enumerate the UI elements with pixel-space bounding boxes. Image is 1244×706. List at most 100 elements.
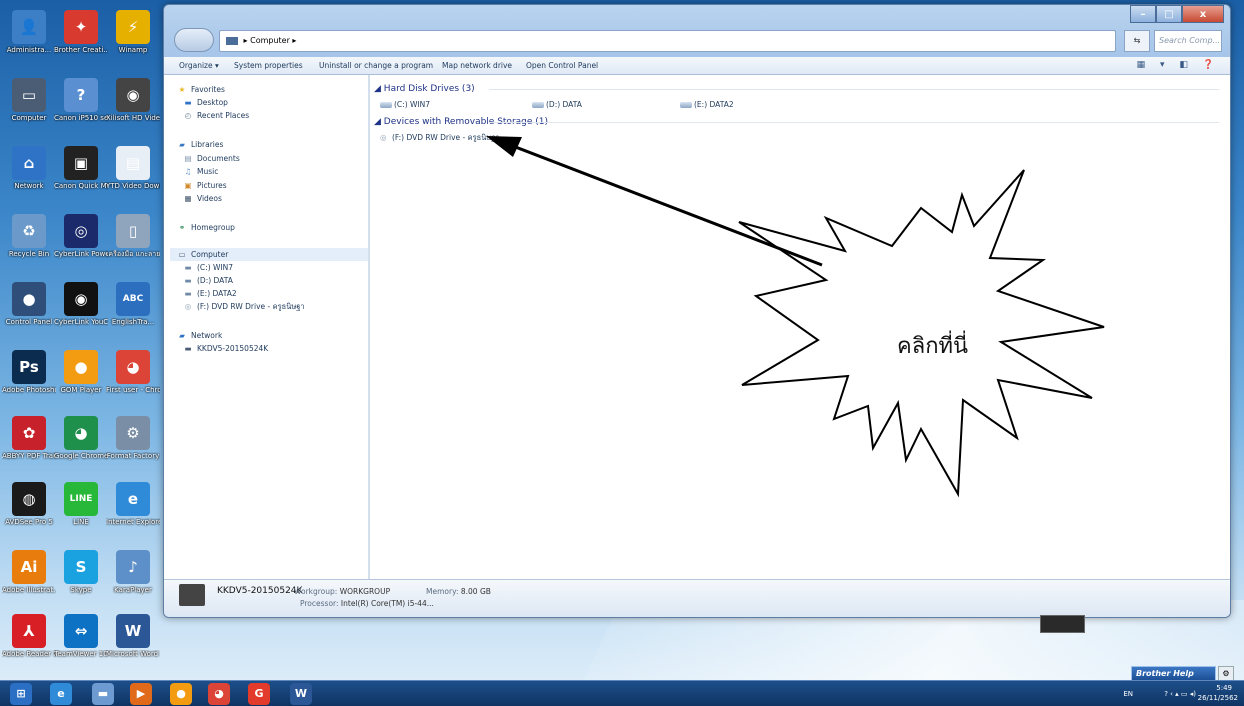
minimize-button[interactable]: – <box>1130 5 1156 23</box>
desktop-shortcut-label: GOM Player <box>60 386 102 394</box>
desktop-shortcut[interactable]: ⚡ Winamp <box>106 10 160 78</box>
karaplayer-icon: ♪ <box>116 550 150 584</box>
network-icon: ▰ <box>179 331 185 340</box>
nav-favorites[interactable]: ★ Favorites <box>176 83 225 96</box>
desktop-shortcut-label: Winamp <box>118 46 148 54</box>
desktop-shortcut[interactable]: ⌂ Network <box>2 146 56 214</box>
desktop-shortcut[interactable]: ● Control Panel <box>2 282 56 350</box>
desktop-shortcut[interactable]: ABC EnglishTra... <box>106 282 160 350</box>
explorer-folder-icon[interactable]: ▬ <box>92 683 114 705</box>
back-forward-buttons[interactable] <box>174 28 214 52</box>
view-options-icon[interactable]: ▦ ▾ ◧ ❓ <box>1137 60 1220 70</box>
desktop-shortcut[interactable]: ⇔ TeamViewer 10 <box>54 614 108 682</box>
nav-pictures[interactable]: ▣ Pictures <box>182 179 226 192</box>
desktop-shortcut[interactable]: ◕ Google Chrome <box>54 416 108 484</box>
desktop-shortcut-label: Control Panel <box>5 318 53 326</box>
drive-f-dvd[interactable]: ◎ (F:) DVD RW Drive - ครูธนิษฐา <box>380 132 500 144</box>
maximize-button[interactable]: □ <box>1156 5 1182 23</box>
nav-drive-d[interactable]: ▬ (D:) DATA <box>182 274 232 287</box>
desktop-shortcut[interactable]: ◉ CyberLink YouCam 5 <box>54 282 108 350</box>
desktop-shortcut[interactable]: Ps Adobe Photoshop <box>2 350 56 418</box>
search-input[interactable]: Search Comp... <box>1154 30 1222 52</box>
open-control-panel-button[interactable]: Open Control Panel <box>526 57 598 75</box>
nav-network[interactable]: ▰ Network <box>176 329 222 342</box>
language-indicator[interactable]: EN <box>1123 690 1133 698</box>
desktop-icon-area: 👤 Administra... ✦ Brother Creati... ⚡ Winamp ▭… <box>0 0 165 680</box>
nav-libraries[interactable]: ▰ Libraries <box>176 138 223 151</box>
canon-quick-menu-icon: ▣ <box>64 146 98 180</box>
drive-c[interactable]: (C:) WIN7 <box>380 99 430 111</box>
desktop-shortcut[interactable]: ⚙ Format Factory <box>106 416 160 484</box>
desktop-shortcut[interactable]: ▯ เครื่องมือ แกะลาย TH <box>106 214 160 282</box>
group-hard-disk-drives[interactable]: ◢ Hard Disk Drives (3) <box>374 82 1219 96</box>
desktop-shortcut[interactable]: S Skype <box>54 550 108 618</box>
desktop-shortcut[interactable]: ✿ ABBYY PDF Transform... <box>2 416 56 484</box>
drive-e[interactable]: (E:) DATA2 <box>680 99 734 111</box>
brother-help-button[interactable]: Brother Help <box>1131 666 1216 681</box>
word-icon[interactable]: W <box>290 683 312 705</box>
group-removable-storage[interactable]: ◢ Devices with Removable Storage (1) <box>374 115 1219 129</box>
desktop-shortcut[interactable]: ◕ First user - Chrome <box>106 350 160 418</box>
nav-computer[interactable]: ▭ Computer <box>170 248 368 261</box>
pictures-icon: ▣ <box>184 181 192 190</box>
close-button[interactable]: x <box>1182 5 1224 23</box>
tray-icons[interactable]: ? ‹ ▴ ▭ ◂) <box>1164 690 1196 698</box>
chrome-profile-icon[interactable]: G <box>248 683 270 705</box>
control-panel-icon: ● <box>12 282 46 316</box>
media-player-icon[interactable]: ▶ <box>130 683 152 705</box>
youcam-icon: ◉ <box>64 282 98 316</box>
nav-desktop[interactable]: ▬ Desktop <box>182 96 227 109</box>
map-network-drive-button[interactable]: Map network drive <box>442 57 512 75</box>
desktop-shortcut[interactable]: ♪ KaraPlayer <box>106 550 160 618</box>
desktop-shortcut-label: Recycle Bin <box>8 250 50 258</box>
desktop-shortcut[interactable]: LINE LINE <box>54 482 108 550</box>
google-chrome-icon: ◕ <box>64 416 98 450</box>
start-orb-icon[interactable]: ⊞ <box>10 683 32 705</box>
desktop-shortcut-label: Adobe Illustrat... <box>2 586 56 594</box>
nav-drive-e[interactable]: ▬ (E:) DATA2 <box>182 287 236 300</box>
address-bar[interactable]: ▸ Computer ▸ <box>219 30 1116 52</box>
user-folder-icon: 👤 <box>12 10 46 44</box>
format-factory-icon: ⚙ <box>116 416 150 450</box>
nav-documents[interactable]: ▤ Documents <box>182 152 239 165</box>
desktop-shortcut[interactable]: ⅄ Adobe Reader XI <box>2 614 56 682</box>
desktop-shortcut-label: LINE <box>73 518 89 526</box>
chrome-icon[interactable]: ◕ <box>208 683 230 705</box>
clock-time[interactable]: 5:49 <box>1216 684 1232 692</box>
photoshop-icon: Ps <box>12 350 46 384</box>
nav-drive-c[interactable]: ▬ (C:) WIN7 <box>182 261 233 274</box>
refresh-icon[interactable]: ⇆ <box>1124 30 1150 52</box>
canon-manual-icon: ? <box>64 78 98 112</box>
nav-drive-f[interactable]: ◎ (F:) DVD RW Drive - ครูธนิษฐา <box>182 300 305 313</box>
nav-videos[interactable]: ▦ Videos <box>182 192 221 205</box>
desktop-shortcut-label: เครื่องมือ แกะลาย TH <box>106 250 160 258</box>
desktop-shortcut[interactable]: ◍ AVDSee Pro 5 <box>2 482 56 550</box>
nav-music[interactable]: ♫ Music <box>182 165 219 178</box>
desktop-shortcut[interactable]: ✦ Brother Creati... <box>54 10 108 78</box>
desktop-shortcut[interactable]: ▣ Canon Quick Menu <box>54 146 108 214</box>
desktop-shortcut[interactable]: ? Canon iP510 series คู่มือ <box>54 78 108 146</box>
desktop-shortcut[interactable]: ◉ Xilisoft HD Video C... <box>106 78 160 146</box>
desktop-shortcut[interactable]: ● GOM Player <box>54 350 108 418</box>
brother-help-close-icon[interactable]: ⚙ <box>1218 666 1234 681</box>
clock-date[interactable]: 26/11/2562 <box>1198 694 1238 702</box>
desktop-shortcut[interactable]: ▤ YTD Video Downloader <box>106 146 160 214</box>
desktop-shortcut[interactable]: Ai Adobe Illustrat... <box>2 550 56 618</box>
nav-homegroup[interactable]: ⚭ Homegroup <box>176 221 235 234</box>
system-properties-button[interactable]: System properties <box>234 57 303 75</box>
desktop-shortcut[interactable]: ◎ CyberLink PowerDVD 17 <box>54 214 108 282</box>
internet-explorer-icon[interactable]: e <box>50 683 72 705</box>
desktop-shortcut[interactable]: ▭ Computer <box>2 78 56 146</box>
organize-button[interactable]: Organize ▾ <box>179 57 219 75</box>
desktop-shortcut[interactable]: ♻ Recycle Bin <box>2 214 56 282</box>
desktop-shortcut[interactable]: e Internet Explorer <box>106 482 160 550</box>
desktop-shortcut[interactable]: 👤 Administra... <box>2 10 56 78</box>
uninstall-program-button[interactable]: Uninstall or change a program <box>319 57 433 75</box>
desktop-shortcut[interactable]: W Microsoft Word 2010 <box>106 614 160 682</box>
nav-recent-places[interactable]: ◴ Recent Places <box>182 109 249 122</box>
desktop-shortcut-label: KaraPlayer <box>114 586 152 594</box>
drive-d[interactable]: (D:) DATA <box>532 99 582 111</box>
gom-player-icon[interactable]: ● <box>170 683 192 705</box>
word-icon: W <box>116 614 150 648</box>
nav-network-pc[interactable]: ▬ KKDV5-20150524K <box>182 342 268 355</box>
